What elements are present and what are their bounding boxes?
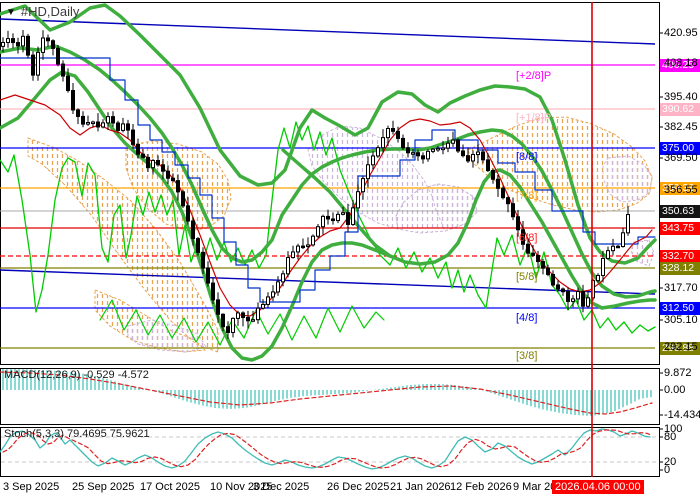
macd-signal-line	[0, 371, 653, 415]
symbol-selector: ▼ #HD,Daily	[6, 4, 79, 19]
chart-canvas[interactable]	[0, 0, 700, 500]
trendline-0	[0, 18, 656, 45]
stoch-k-line	[0, 428, 651, 470]
trading-chart-window: ▼ #HD,Daily MACD(12,26,9) -0.529 -4.572 S…	[0, 0, 700, 500]
chevron-down-icon[interactable]: ▼	[6, 7, 16, 18]
symbol-label: #HD,Daily	[20, 4, 80, 19]
